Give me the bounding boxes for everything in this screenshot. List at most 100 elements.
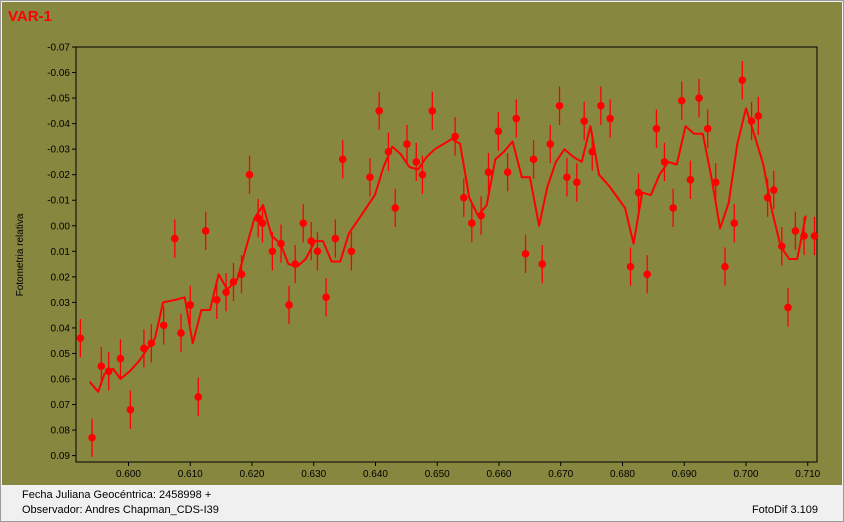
- x-tick-label: 0.610: [178, 469, 203, 480]
- data-point: [494, 112, 503, 151]
- y-tick-label: 0.06: [51, 375, 71, 386]
- y-tick-label: 0.08: [51, 426, 71, 437]
- x-tick-label: 0.710: [795, 469, 820, 480]
- data-point-marker: [229, 278, 238, 286]
- data-point: [778, 227, 786, 266]
- data-point-marker: [652, 124, 661, 133]
- data-point-marker: [810, 232, 819, 240]
- data-point: [555, 86, 564, 125]
- x-tick-label: 0.680: [610, 469, 635, 480]
- data-point-marker: [512, 114, 521, 123]
- data-point-marker: [484, 168, 493, 176]
- y-tick-label: 0.03: [51, 298, 71, 309]
- data-point-marker: [711, 178, 720, 187]
- data-point: [477, 196, 485, 235]
- data-point: [791, 211, 800, 251]
- data-point-marker: [177, 329, 185, 337]
- data-point-marker: [322, 293, 330, 302]
- data-point: [403, 124, 411, 164]
- data-point-marker: [245, 170, 254, 179]
- data-point: [222, 273, 230, 312]
- data-point-marker: [730, 219, 739, 228]
- data-point: [521, 234, 530, 274]
- observer-label: Observador: Andres Chapman_CDS-I39: [22, 504, 219, 516]
- data-point-marker: [126, 405, 135, 414]
- data-point: [126, 390, 135, 429]
- data-point: [669, 188, 677, 228]
- data-point-marker: [171, 234, 179, 243]
- y-tick-label: 0.01: [51, 247, 71, 258]
- data-point-marker: [347, 247, 356, 256]
- data-point: [366, 158, 374, 197]
- data-point: [588, 132, 597, 171]
- data-point: [299, 204, 308, 243]
- data-point-marker: [307, 237, 316, 245]
- data-point: [643, 255, 651, 294]
- y-tick-label: 0.00: [51, 221, 71, 232]
- data-point: [634, 173, 643, 212]
- data-point: [606, 99, 614, 138]
- data-point-marker: [721, 262, 729, 271]
- data-point-marker: [313, 247, 322, 256]
- data-point-marker: [104, 367, 113, 376]
- data-point-marker: [291, 260, 300, 268]
- data-point-marker: [97, 362, 106, 371]
- data-point-marker: [763, 193, 772, 202]
- data-point: [800, 216, 808, 256]
- data-point: [76, 318, 85, 358]
- y-tick-label: 0.04: [51, 323, 71, 334]
- data-point-marker: [626, 262, 635, 271]
- x-tick-label: 0.640: [363, 469, 388, 480]
- y-tick-label: -0.01: [47, 196, 70, 207]
- data-point-marker: [686, 176, 695, 184]
- data-point: [784, 288, 792, 327]
- y-tick-label: -0.02: [47, 170, 70, 181]
- data-point-marker: [695, 94, 703, 102]
- data-point: [538, 244, 547, 284]
- data-point: [322, 278, 330, 317]
- data-point-marker: [299, 219, 308, 228]
- data-point: [331, 219, 340, 258]
- julian-date-label: Fecha Juliana Geocéntrica: 2458998 +: [22, 489, 212, 501]
- data-point-marker: [212, 296, 221, 304]
- data-point-marker: [778, 242, 786, 250]
- data-point: [291, 244, 300, 284]
- data-point-marker: [403, 140, 411, 148]
- x-tick-label: 0.630: [301, 469, 326, 480]
- data-point: [277, 224, 285, 263]
- data-point: [375, 91, 383, 130]
- data-point: [104, 352, 113, 391]
- data-point-marker: [738, 76, 747, 84]
- data-point-marker: [366, 173, 374, 182]
- model-line: [88, 107, 807, 393]
- data-point: [563, 158, 571, 197]
- data-point: [711, 163, 720, 202]
- data-point-marker: [597, 101, 605, 110]
- data-point-marker: [338, 155, 347, 164]
- data-point-marker: [521, 250, 530, 258]
- y-tick-label: -0.06: [47, 68, 70, 79]
- data-point: [116, 339, 125, 378]
- data-point-marker: [546, 140, 555, 148]
- data-point-marker: [116, 354, 125, 363]
- data-point: [686, 160, 695, 199]
- data-point-marker: [791, 227, 800, 235]
- data-point-marker: [643, 270, 651, 279]
- data-point-marker: [391, 204, 400, 212]
- data-point: [245, 155, 254, 194]
- data-point-marker: [800, 232, 808, 240]
- data-point: [580, 101, 589, 141]
- data-points-layer: [76, 61, 819, 457]
- data-point-marker: [459, 193, 468, 202]
- data-point-marker: [451, 132, 459, 141]
- data-point: [194, 377, 203, 417]
- data-point-marker: [660, 158, 669, 166]
- window: Fotometria relativa 0.600 0.610 0.620 0.630…: [0, 0, 844, 522]
- data-point-marker: [572, 178, 581, 187]
- data-point: [652, 109, 661, 148]
- data-point-marker: [285, 301, 293, 309]
- data-point-marker: [563, 173, 571, 182]
- data-point-marker: [538, 260, 547, 268]
- data-point: [201, 211, 210, 251]
- data-point-marker: [384, 147, 393, 156]
